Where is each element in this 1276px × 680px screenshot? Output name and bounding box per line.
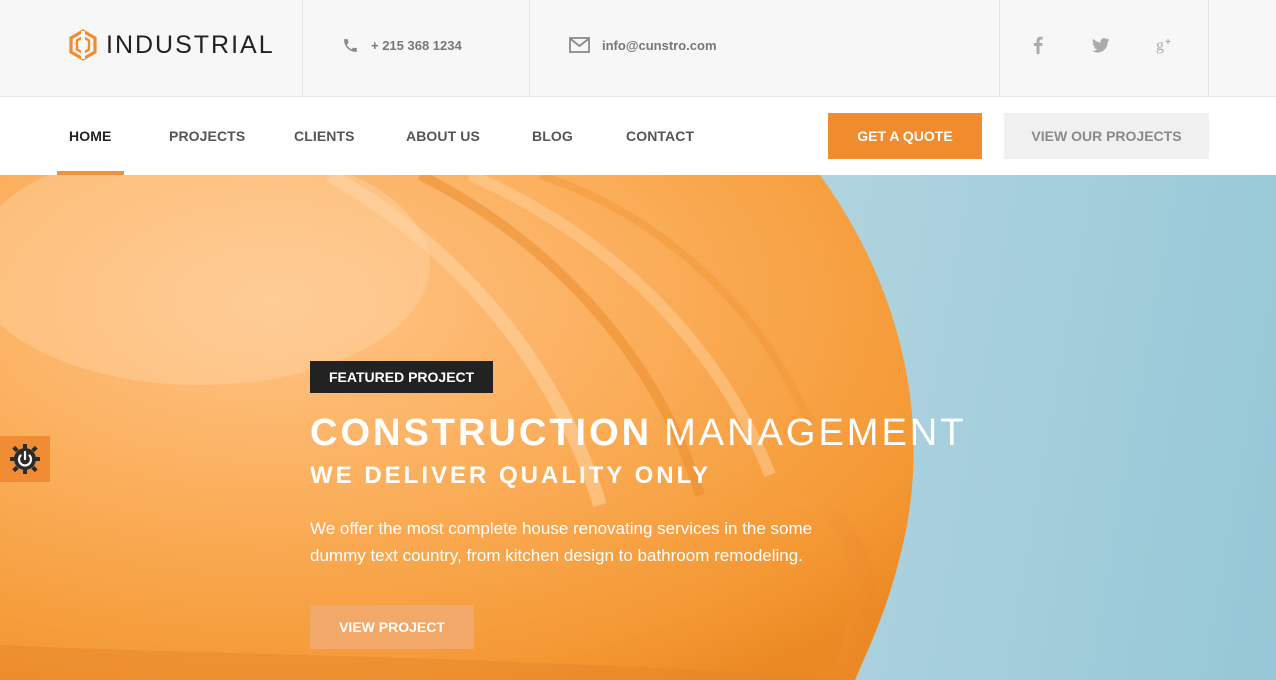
email-contact[interactable]: info@cunstro.com: [569, 34, 717, 56]
divider: [999, 0, 1000, 96]
svg-text:+: +: [1165, 37, 1171, 48]
hero-slider: FEATURED PROJECT CONSTRUCTION MANAGEMENT …: [0, 175, 1276, 680]
twitter-icon: [1092, 37, 1110, 52]
nav-item-about-us[interactable]: ABOUT US: [406, 97, 480, 175]
phone-contact[interactable]: + 215 368 1234: [342, 34, 462, 56]
nav-item-home[interactable]: HOME: [69, 97, 111, 175]
featured-project-badge: FEATURED PROJECT: [310, 361, 494, 393]
hero-title-strong: CONSTRUCTION: [310, 412, 653, 454]
main-nav: HOME PROJECTS CLIENTS ABOUT US BLOG CONT…: [0, 97, 1276, 175]
svg-text:g: g: [1156, 37, 1164, 54]
settings-toggle[interactable]: [0, 436, 50, 482]
facebook-icon: [1034, 36, 1043, 54]
hexagon-logo-icon: [69, 29, 97, 61]
top-bar: INDUSTRIAL + 215 368 1234 info@cunstro.c…: [0, 0, 1276, 97]
hero-subtitle: WE DELIVER QUALITY ONLY: [310, 462, 712, 489]
nav-item-contact[interactable]: CONTACT: [626, 97, 694, 175]
nav-item-clients[interactable]: CLIENTS: [294, 97, 355, 175]
twitter-link[interactable]: [1090, 34, 1112, 56]
site-logo[interactable]: INDUSTRIAL: [68, 28, 275, 62]
google-plus-link[interactable]: g +: [1155, 34, 1177, 56]
hero-title-light: MANAGEMENT: [664, 412, 967, 454]
power-gear-icon: [10, 444, 40, 474]
nav-item-projects[interactable]: PROJECTS: [169, 97, 245, 175]
phone-number: + 215 368 1234: [371, 37, 462, 53]
facebook-link[interactable]: [1027, 34, 1049, 56]
hero-title: CONSTRUCTION MANAGEMENT: [310, 411, 966, 455]
get-quote-button[interactable]: GET A QUOTE: [828, 113, 982, 159]
view-project-button[interactable]: VIEW PROJECT: [310, 605, 474, 649]
divider: [1208, 0, 1209, 96]
view-our-projects-button[interactable]: VIEW OUR PROJECTS: [1004, 113, 1209, 159]
envelope-icon: [569, 37, 590, 53]
email-address: info@cunstro.com: [602, 37, 717, 53]
divider: [302, 0, 303, 96]
phone-icon: [344, 38, 357, 52]
nav-item-blog[interactable]: BLOG: [532, 97, 573, 175]
brand-name: INDUSTRIAL: [106, 31, 275, 59]
divider: [529, 0, 530, 96]
hero-description: We offer the most complete house renovat…: [310, 519, 813, 565]
google-plus-icon: g +: [1156, 37, 1171, 54]
